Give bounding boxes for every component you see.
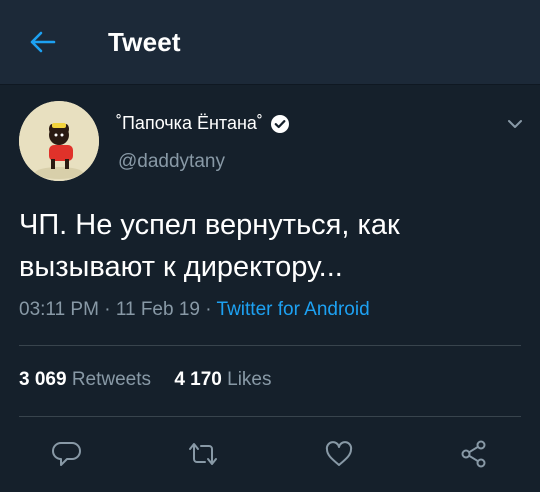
reply-button[interactable] bbox=[49, 436, 85, 472]
likes-stat[interactable]: 4 170 Likes bbox=[174, 369, 271, 391]
reply-icon bbox=[52, 442, 81, 466]
tweet-source-link[interactable]: Twitter for Android bbox=[217, 299, 370, 320]
likes-count: 4 170 bbox=[174, 369, 222, 390]
tweet-text: ЧП. Не успел вернуться, как вызывают к д… bbox=[19, 209, 400, 283]
avatar[interactable] bbox=[19, 101, 99, 181]
more-options-button[interactable] bbox=[504, 114, 526, 134]
retweets-label: Retweets bbox=[71, 369, 152, 390]
arrow-left-icon bbox=[30, 31, 56, 53]
tweet-meta: 03:11 PM · 11 Feb 19 · Twitter for Andro… bbox=[19, 299, 370, 321]
retweet-button[interactable] bbox=[185, 436, 221, 472]
retweet-icon bbox=[189, 443, 217, 465]
tweet-action-bar bbox=[0, 436, 540, 476]
avatar-image bbox=[19, 101, 99, 181]
tweet-stats: 3 069 Retweets 4 170 Likes bbox=[19, 369, 272, 391]
top-app-bar: Tweet bbox=[0, 0, 540, 85]
divider bbox=[19, 345, 521, 346]
display-name-row[interactable]: ˚Папочка Ёнтана˚ bbox=[116, 113, 290, 134]
like-button[interactable] bbox=[321, 436, 357, 472]
heart-icon bbox=[325, 441, 353, 466]
back-button[interactable] bbox=[24, 26, 60, 58]
retweets-stat[interactable]: 3 069 Retweets bbox=[19, 369, 151, 391]
likes-label: Likes bbox=[227, 369, 272, 390]
meta-separator: · bbox=[205, 299, 212, 320]
retweets-count: 3 069 bbox=[19, 369, 67, 390]
chevron-down-icon bbox=[508, 120, 522, 128]
verified-badge-icon bbox=[270, 114, 289, 133]
tweet-date: 11 Feb 19 bbox=[115, 299, 200, 320]
share-button[interactable] bbox=[456, 436, 492, 472]
user-handle[interactable]: @daddytany bbox=[118, 151, 225, 173]
share-icon bbox=[461, 440, 486, 468]
tweet-detail-screen: Tweet ˚Папочка Ёнтана˚ @daddytany ЧП. Не… bbox=[0, 0, 540, 492]
divider bbox=[19, 416, 521, 417]
tweet-time: 03:11 PM bbox=[19, 299, 99, 320]
meta-separator: · bbox=[104, 299, 111, 320]
page-title: Tweet bbox=[108, 27, 181, 57]
display-name: ˚Папочка Ёнтана˚ bbox=[116, 113, 263, 133]
